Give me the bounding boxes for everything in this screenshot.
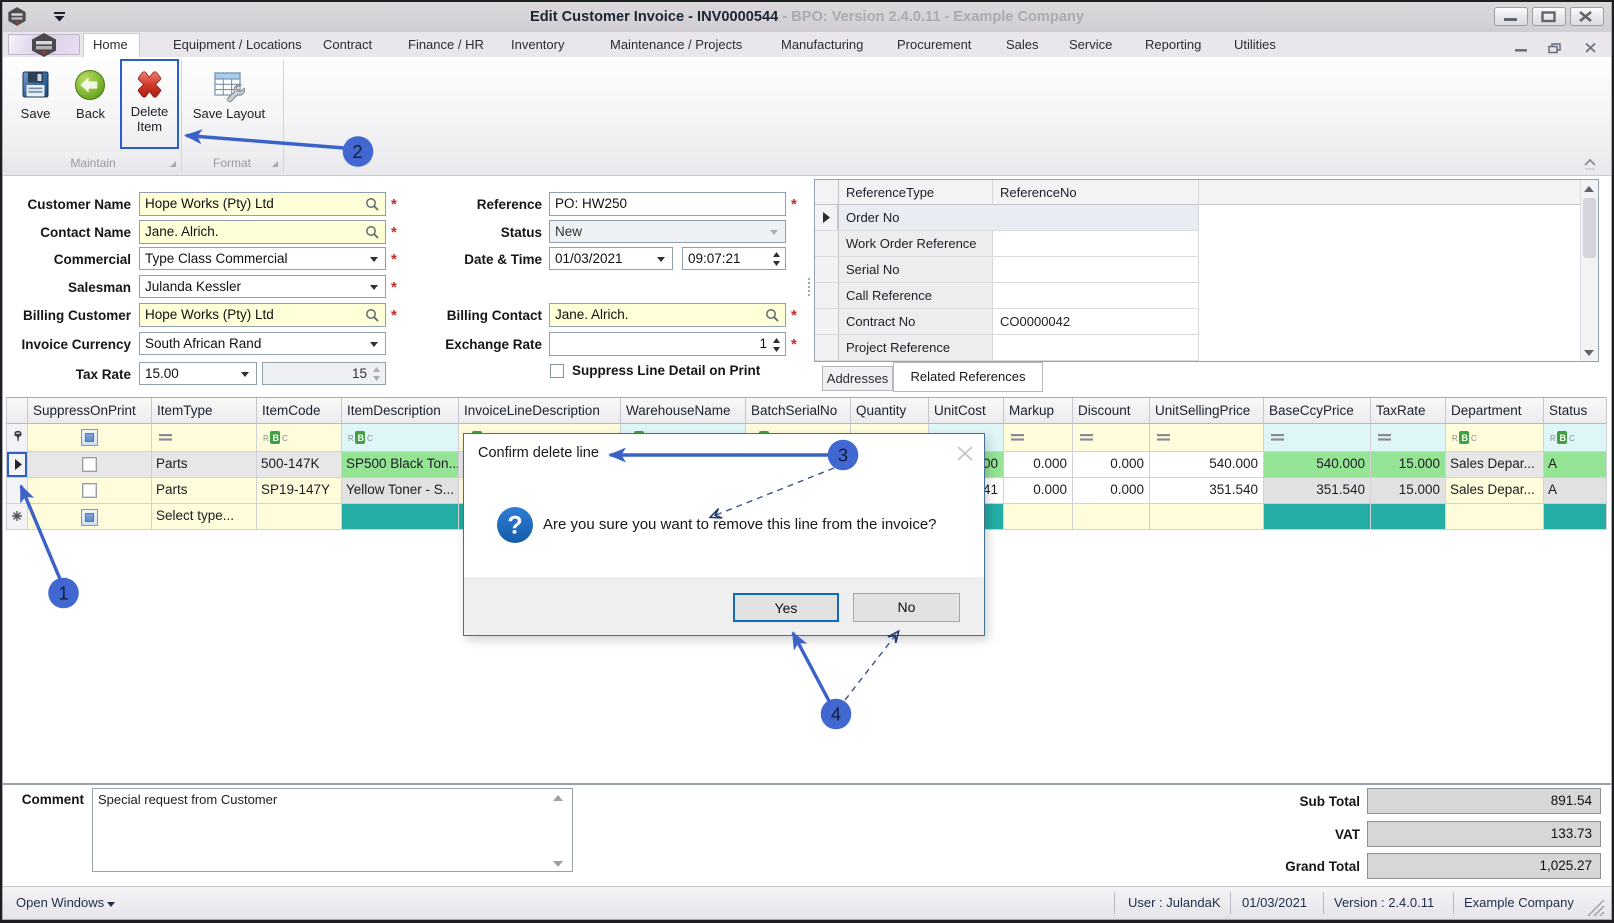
svg-text:1: 1: [58, 584, 68, 604]
svg-text:2: 2: [352, 142, 362, 162]
svg-text:3: 3: [838, 446, 848, 466]
svg-text:4: 4: [831, 705, 841, 725]
